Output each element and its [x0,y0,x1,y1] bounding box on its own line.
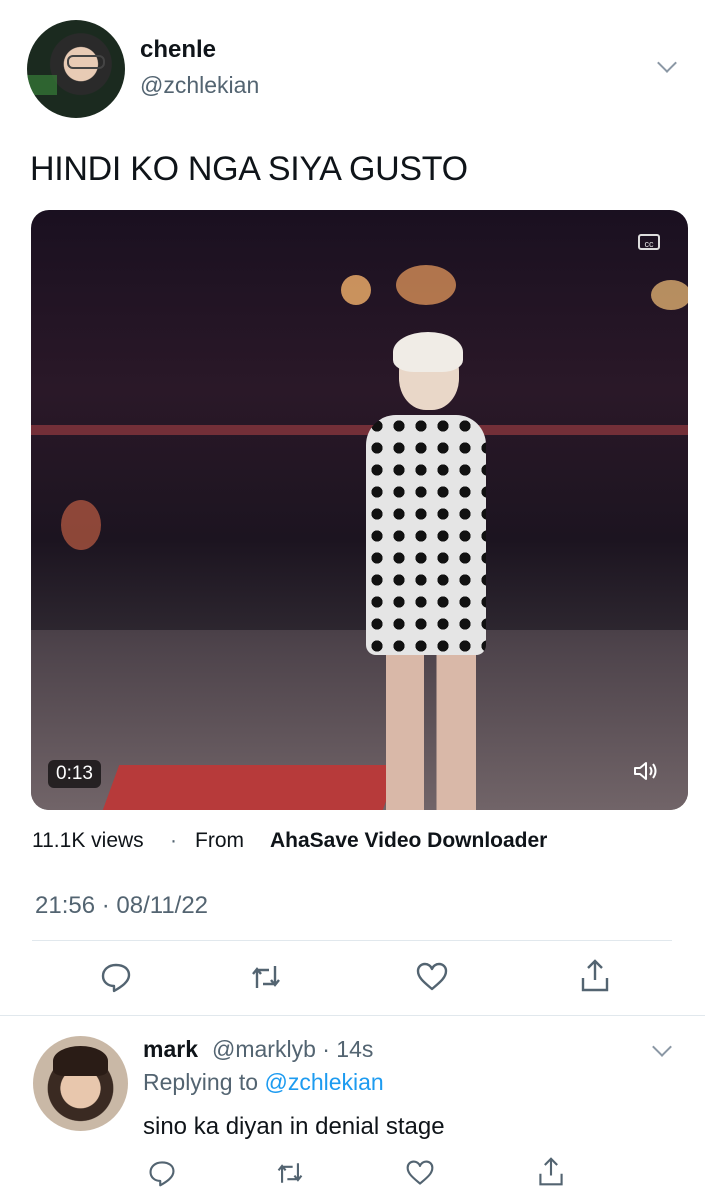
chevron-down-icon[interactable] [652,1037,672,1057]
divider [32,940,672,941]
replying-to-handle[interactable]: @zchlekian [264,1069,383,1095]
author-handle[interactable]: @zchlekian [140,72,259,99]
stage-light [651,280,688,310]
chevron-down-icon[interactable] [657,53,677,73]
meta-separator: · [170,829,177,852]
source-app-link[interactable]: AhaSave Video Downloader [270,829,547,853]
performer-hair [393,332,463,372]
tweet-text: HINDI KO NGA SIYA GUSTO [30,150,468,188]
view-count: 11.1K views [32,829,144,852]
reply-icon[interactable] [147,1158,181,1192]
stage-truss [31,425,688,435]
performer-legs [386,650,476,810]
cc-icon[interactable]: cc [638,234,660,250]
retweet-icon[interactable] [275,1158,309,1192]
stage-rug [102,765,400,810]
share-icon[interactable] [536,1156,570,1190]
reply-icon[interactable] [99,960,133,994]
performer-dress [366,415,486,655]
tweet-timestamp: 21:56 · 08/11/22 [35,892,209,919]
stage-light [61,500,101,550]
author-name[interactable]: chenle [140,36,216,64]
from-label: From [195,829,244,852]
avatar-glasses [67,55,105,69]
reply-author-name[interactable]: mark [143,1036,198,1063]
stage-light [341,275,371,305]
replying-to: Replying to @zchlekian [143,1069,384,1096]
like-icon[interactable] [415,960,449,994]
replying-to-prefix: Replying to [143,1069,265,1095]
reply-text: sino ka diyan in denial stage [143,1113,445,1140]
avatar-hair [53,1046,108,1076]
avatar-background [27,75,57,95]
divider [0,1015,705,1016]
volume-icon[interactable] [633,760,659,782]
reply-author-handle[interactable]: @marklyb · 14s [212,1036,373,1063]
reply-author-avatar[interactable] [33,1036,128,1131]
share-icon[interactable] [578,958,612,992]
video-duration: 0:13 [48,760,101,788]
retweet-icon[interactable] [249,960,283,994]
author-avatar[interactable] [27,20,125,118]
video-player[interactable]: cc 0:13 [31,210,688,810]
like-icon[interactable] [405,1158,439,1192]
stage-light [396,265,456,305]
